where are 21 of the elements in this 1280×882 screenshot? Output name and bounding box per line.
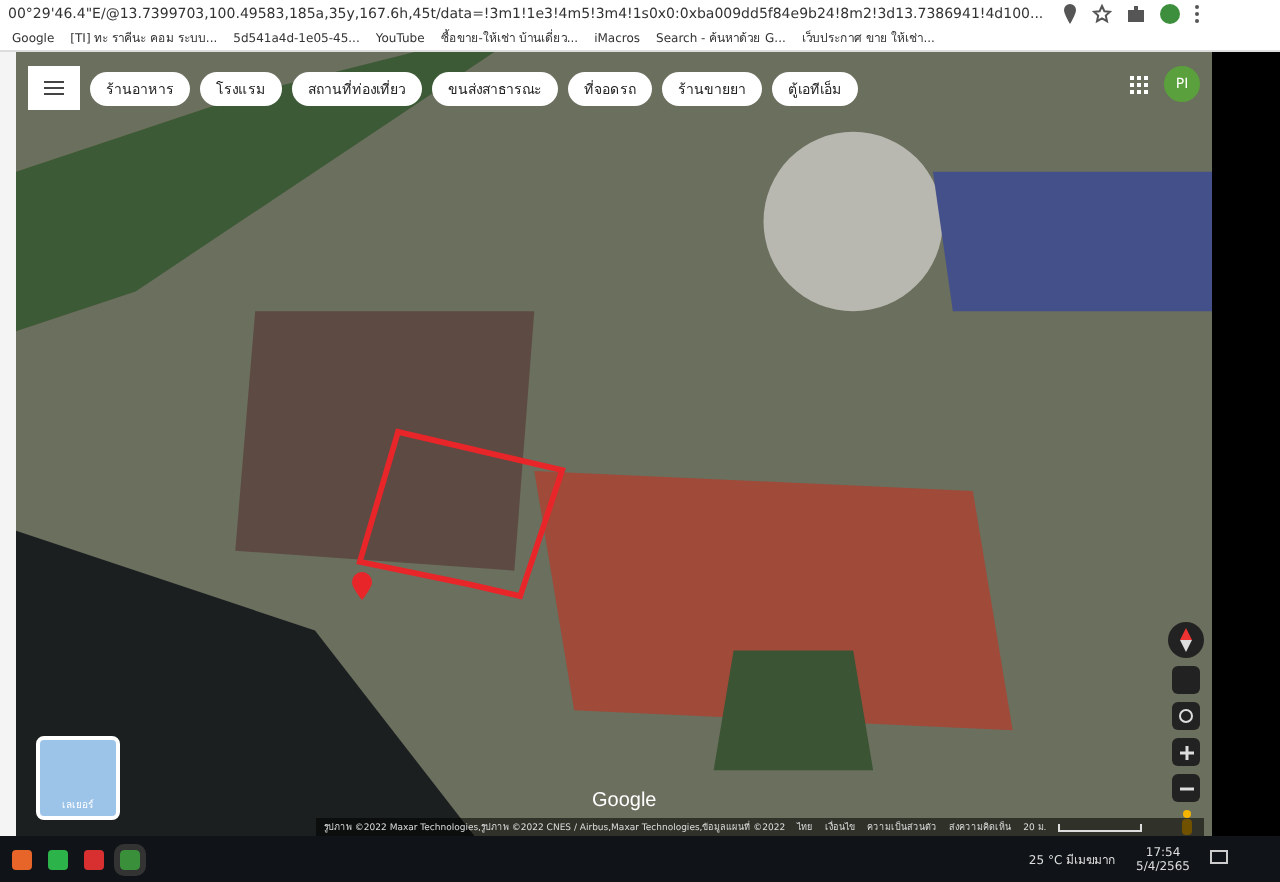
- menu-icon: [44, 80, 64, 96]
- zoom-in-button[interactable]: [1172, 738, 1200, 766]
- app-taskbar-icon[interactable]: [84, 849, 104, 869]
- chat-taskbar-icon[interactable]: [48, 849, 68, 869]
- browser-taskbar-icon[interactable]: [12, 849, 32, 869]
- notification-icon[interactable]: [1210, 850, 1228, 868]
- menu-dots-icon[interactable]: [1194, 3, 1200, 23]
- location-pin-icon[interactable]: [1062, 3, 1078, 23]
- profile-avatar[interactable]: [1160, 3, 1180, 23]
- compass-icon: [1180, 628, 1192, 652]
- location-button[interactable]: [1172, 702, 1200, 730]
- plus-icon: [1179, 745, 1193, 759]
- google-logo: Google: [592, 790, 657, 812]
- target-icon: [1178, 708, 1194, 724]
- menu-button[interactable]: [28, 66, 80, 110]
- pegman-icon[interactable]: [1179, 810, 1193, 836]
- scale-bar: [1058, 823, 1143, 831]
- chrome-taskbar-icon[interactable]: [120, 849, 140, 869]
- zoom-out-button[interactable]: [1172, 774, 1200, 802]
- star-icon[interactable]: [1092, 3, 1112, 23]
- apps-grid-icon[interactable]: [1130, 76, 1148, 94]
